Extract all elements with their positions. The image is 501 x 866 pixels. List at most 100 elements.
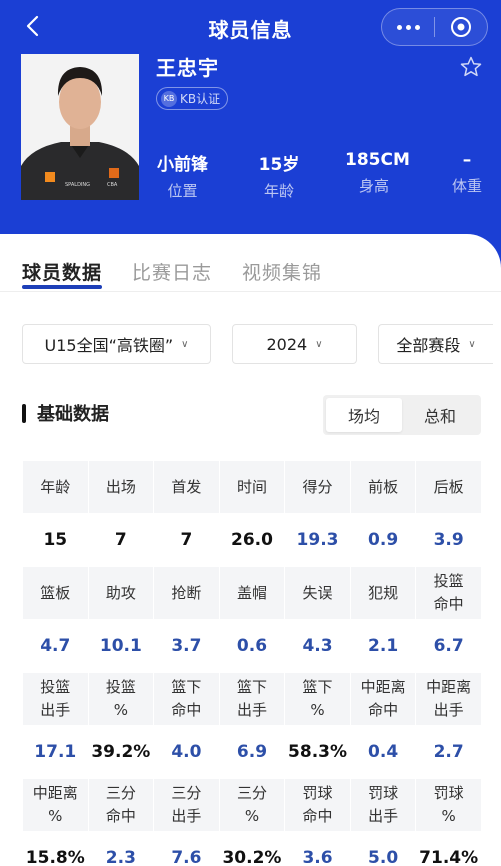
stats-value-cell: 4.7 (22, 619, 89, 673)
stats-value-cell: 3.9 (415, 513, 482, 567)
stats-header-cell: 篮下 出手 (218, 672, 286, 726)
player-info-page: 球员信息 SPALDING CBA 王忠宇 KB KB认证 小前锋 位置 15岁… (0, 0, 501, 866)
stats-header-cell: 投篮% (87, 672, 155, 726)
toggle-total[interactable]: 总和 (402, 398, 478, 432)
kb-icon: KB (161, 90, 177, 107)
basic-stats-table: 年龄 出场 首发 时间 得分 前板 后板 15 7 7 26.0 19.3 0.9 3.9 篮板 助攻 抢断 盖帽… (22, 460, 482, 866)
tab-divider (0, 291, 501, 292)
section-title: 基础数据 (37, 404, 109, 425)
stats-header-cell: 中距离 命中 (349, 672, 417, 726)
stats-value-cell: 3.6 (284, 831, 351, 866)
toggle-average[interactable]: 场均 (326, 398, 402, 432)
stat-age-label: 年龄 (263, 182, 294, 200)
stats-header-cell: 篮下 命中 (153, 672, 220, 726)
player-photo: SPALDING CBA (21, 54, 139, 200)
league-filter-value: U15全国“高铁圈” (44, 336, 174, 355)
stats-value-cell: 0.6 (218, 619, 286, 673)
more-icon[interactable] (382, 9, 434, 45)
favorite-star-icon[interactable] (459, 55, 483, 79)
stats-value-cell: 2.1 (349, 619, 417, 673)
stats-value-cell: 39.2% (87, 725, 155, 779)
stats-header-cell: 篮下% (284, 672, 351, 726)
stat-height-label: 身高 (358, 177, 389, 195)
stats-header-cell: 中距离% (22, 778, 89, 832)
stats-header-cell: 三分% (218, 778, 286, 832)
stats-header-cell: 失误 (284, 566, 351, 620)
kb-badge-label: KB认证 (180, 92, 221, 106)
stats-value-cell: 6.7 (415, 619, 482, 673)
stat-height: 185CM 身高 (345, 150, 410, 196)
stats-header-cell: 时间 (218, 460, 286, 514)
year-filter-value: 2024 (266, 334, 308, 354)
stats-header-cell: 首发 (153, 460, 220, 514)
stats-value-cell: 5.0 (349, 831, 417, 866)
league-filter-select[interactable]: U15全国“高铁圈” ∨ (22, 324, 211, 364)
stats-value-row: 4.7 10.1 3.7 0.6 4.3 2.1 6.7 (22, 619, 482, 673)
stats-header-row: 中距离% 三分 命中 三分 出手 三分% 罚球 命中 罚球 出手 罚球% (22, 778, 482, 832)
section-marker (22, 404, 26, 423)
stats-header-cell: 犯规 (349, 566, 417, 620)
mini-program-capsule (381, 8, 488, 46)
stats-value-cell: 4.0 (153, 725, 220, 779)
stats-value-cell: 0.4 (349, 725, 417, 779)
tab-bar: 球员数据 比赛日志 视频集锦 (22, 258, 322, 289)
stats-header-cell: 年龄 (22, 460, 89, 514)
stats-header-cell: 三分 命中 (87, 778, 155, 832)
stats-value-cell: 6.9 (218, 725, 286, 779)
stage-filter-value: 全部赛段 (396, 336, 461, 355)
stats-header-cell: 出场 (87, 460, 155, 514)
kb-certified-badge: KB KB认证 (156, 87, 229, 110)
stats-header-cell: 盖帽 (218, 566, 286, 620)
stats-value-cell: 2.7 (415, 725, 482, 779)
stats-header-row: 年龄 出场 首发 时间 得分 前板 后板 (22, 460, 482, 514)
stats-header-cell: 投篮 命中 (415, 566, 482, 620)
stats-header-cell: 投篮 出手 (22, 672, 89, 726)
jersey-sponsor-text: SPALDING (65, 182, 90, 188)
stats-value-cell: 3.7 (153, 619, 220, 673)
stats-value-cell: 0.9 (349, 513, 417, 567)
stats-value-cell: 2.3 (87, 831, 155, 866)
stats-header-cell: 罚球% (415, 778, 482, 832)
stats-value-cell: 19.3 (284, 513, 351, 567)
stats-value-cell: 10.1 (87, 619, 155, 673)
tab-player-data[interactable]: 球员数据 (22, 258, 103, 289)
stats-header-cell: 罚球 命中 (284, 778, 351, 832)
stat-position-value: 小前锋 (157, 155, 208, 175)
stats-value-cell: 15.8% (22, 831, 89, 866)
stats-header-row: 投篮 出手 投篮% 篮下 命中 篮下 出手 篮下% 中距离 命中 中距离 出手 (22, 672, 482, 726)
chevron-down-icon: ∨ (468, 338, 476, 350)
stats-header-row: 篮板 助攻 抢断 盖帽 失误 犯规 投篮 命中 (22, 566, 482, 620)
jersey-league-text: CBA (107, 182, 118, 188)
stats-header-cell: 后板 (415, 460, 482, 514)
stat-position: 小前锋 位置 (155, 150, 210, 201)
stat-age: 15岁 年龄 (258, 150, 300, 201)
chevron-down-icon: ∨ (315, 338, 323, 350)
stats-header-cell: 三分 出手 (153, 778, 220, 832)
stats-value-row: 15.8% 2.3 7.6 30.2% 3.6 5.0 71.4% (22, 831, 482, 866)
stat-age-value: 15岁 (258, 155, 300, 175)
stats-value-cell: 71.4% (415, 831, 482, 866)
average-total-toggle: 场均 总和 (323, 395, 481, 435)
close-target-icon[interactable] (435, 9, 487, 45)
stats-value-cell: 58.3% (284, 725, 351, 779)
tab-game-log[interactable]: 比赛日志 (132, 258, 212, 288)
stat-weight: – 体重 (447, 150, 487, 196)
stats-header-cell: 抢断 (153, 566, 220, 620)
player-header: 球员信息 SPALDING CBA 王忠宇 KB KB认证 小前锋 位置 15岁… (0, 0, 501, 270)
stats-value-cell: 26.0 (218, 513, 286, 567)
content-card: 球员数据 比赛日志 视频集锦 U15全国“高铁圈” ∨ 2024 ∨ 全部赛段 … (0, 234, 501, 866)
stat-weight-value: – (462, 150, 472, 170)
stats-header-cell: 篮板 (22, 566, 89, 620)
tab-video-highlights[interactable]: 视频集锦 (242, 258, 322, 288)
stats-value-cell: 7 (87, 513, 155, 567)
stats-header-cell: 罚球 出手 (349, 778, 417, 832)
chevron-down-icon: ∨ (181, 338, 189, 350)
stage-filter-select[interactable]: 全部赛段 ∨ (378, 324, 493, 364)
stats-header-cell: 得分 (284, 460, 351, 514)
stat-weight-label: 体重 (451, 177, 482, 195)
stats-header-cell: 助攻 (87, 566, 155, 620)
stats-value-cell: 30.2% (218, 831, 286, 866)
stats-header-cell: 前板 (349, 460, 417, 514)
stats-value-cell: 4.3 (284, 619, 351, 673)
year-filter-select[interactable]: 2024 ∨ (232, 324, 357, 364)
